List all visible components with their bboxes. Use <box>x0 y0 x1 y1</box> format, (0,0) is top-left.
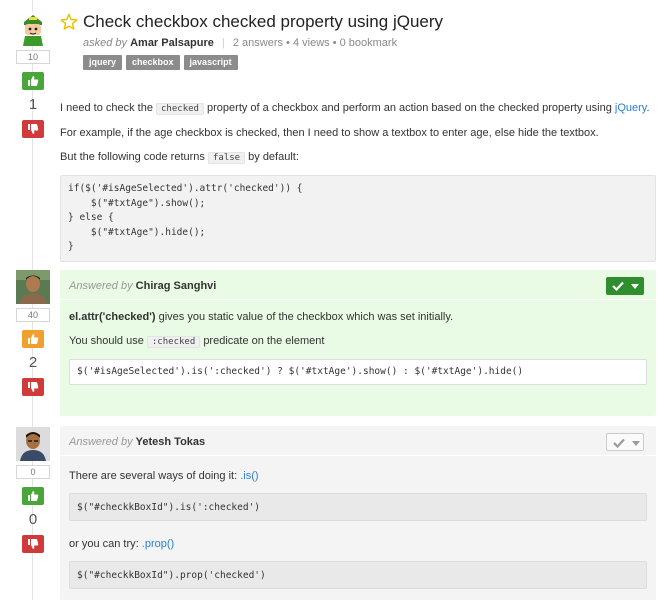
reputation-badge: 10 <box>16 50 50 64</box>
question-meta: asked by Amar Palsapure | 2 answers • 4 … <box>83 37 397 49</box>
check-icon <box>613 438 625 448</box>
inline-code: :checked <box>146 336 201 348</box>
meta-divider: | <box>221 37 225 49</box>
answer-item: Answered by Yetesh Tokas There are sever… <box>60 426 656 600</box>
tag-jquery[interactable]: jquery <box>83 55 123 70</box>
bold-text: el.attr('checked') <box>69 311 156 323</box>
answer-count: 2 answers <box>232 37 283 49</box>
page-title: Check checkbox checked property using jQ… <box>83 12 444 31</box>
answer-accepted: Answered by Chirag Sanghvi el.attr('chec… <box>60 270 656 416</box>
thumbs-down-icon <box>28 382 39 392</box>
view-count: • 4 views <box>286 37 330 49</box>
answered-by-label: Answered by <box>69 280 133 292</box>
jquery-link[interactable]: jQuery <box>615 102 647 114</box>
answer-1-vote-column: 40 2 <box>14 270 52 396</box>
question-paragraph-1: I need to check the checked property of … <box>60 101 656 117</box>
star-icon[interactable] <box>60 13 78 31</box>
answered-by: Answered by Yetesh Tokas <box>69 436 205 448</box>
answer-paragraph-2: or you can try: .prop() <box>69 537 647 552</box>
chevron-down-icon <box>632 441 640 446</box>
check-icon <box>612 281 624 291</box>
is-method-link[interactable]: .is() <box>240 470 258 482</box>
upvote-button[interactable] <box>22 487 44 505</box>
thumbs-up-icon <box>28 334 39 344</box>
upvote-button[interactable] <box>22 72 44 90</box>
answer-body: el.attr('checked') gives you static valu… <box>60 300 656 385</box>
upvote-button[interactable] <box>22 330 44 348</box>
code-line: } else { <box>68 212 114 223</box>
prop-method-link[interactable]: .prop() <box>142 538 174 550</box>
answer-paragraph-2: You should use :checked predicate on the… <box>69 334 647 350</box>
avatar[interactable] <box>16 427 50 461</box>
reputation-badge: 40 <box>16 308 50 322</box>
question-vote-column: 10 1 <box>14 12 52 138</box>
text: You should use <box>69 335 144 347</box>
tag-list: jquery checkbox javascript <box>83 55 242 70</box>
question-paragraph-3: But the following code returns false by … <box>60 150 656 166</box>
answer-2-vote-column: 0 0 <box>14 427 52 553</box>
asked-by-label: asked by <box>83 37 128 49</box>
code-line: $("#txtAge").show(); <box>68 197 206 209</box>
text: predicate on the element <box>203 335 325 347</box>
vote-score: 2 <box>28 354 38 371</box>
tag-checkbox[interactable]: checkbox <box>126 55 180 70</box>
text: But the following code returns <box>60 151 205 163</box>
answer-author[interactable]: Yetesh Tokas <box>136 436 206 448</box>
reputation-badge: 0 <box>16 465 50 479</box>
text: property of a checkbox and perform an ac… <box>207 102 612 114</box>
downvote-button[interactable] <box>22 120 44 138</box>
code-line: } <box>68 241 74 252</box>
question-code-block: if($('#isAgeSelected').attr('checked')) … <box>60 175 656 262</box>
tag-javascript[interactable]: javascript <box>183 55 238 70</box>
text: . <box>646 102 650 114</box>
answer-header: Answered by Yetesh Tokas <box>60 426 656 456</box>
accept-answer-button[interactable] <box>606 433 644 451</box>
thumbs-up-icon <box>28 76 39 86</box>
thumbs-down-icon <box>28 124 39 134</box>
question-header: Check checkbox checked property using jQ… <box>60 12 443 32</box>
answer-body: There are several ways of doing it: .is(… <box>60 456 656 589</box>
question-author[interactable]: Amar Palsapure <box>130 37 214 49</box>
text: There are several ways of doing it: <box>69 470 238 482</box>
inline-code: false <box>207 152 246 164</box>
answer-paragraph-1: el.attr('checked') gives you static valu… <box>69 310 647 325</box>
thumbs-up-icon <box>28 491 39 501</box>
avatar[interactable] <box>16 12 50 46</box>
thumbs-down-icon <box>28 539 39 549</box>
answer-paragraph-1: There are several ways of doing it: .is(… <box>69 469 647 484</box>
question-paragraph-2: For example, if the age checkbox is chec… <box>60 127 599 139</box>
text: I need to check the <box>60 102 153 114</box>
bookmark-count: • 0 bookmark <box>332 37 398 49</box>
accept-answer-button[interactable] <box>606 277 644 295</box>
answer-header: Answered by Chirag Sanghvi <box>60 270 656 300</box>
vote-score: 1 <box>28 96 38 113</box>
text: or you can try: <box>69 538 139 550</box>
answered-by: Answered by Chirag Sanghvi <box>69 280 216 292</box>
downvote-button[interactable] <box>22 378 44 396</box>
answer-code-block: $("#checkkBoxId").prop('checked') <box>69 561 647 589</box>
avatar[interactable] <box>16 270 50 304</box>
answer-author[interactable]: Chirag Sanghvi <box>136 280 217 292</box>
code-line: if($('#isAgeSelected').attr('checked')) … <box>68 183 303 194</box>
code-line: $("#txtAge").hide(); <box>68 226 206 238</box>
chevron-down-icon <box>631 284 639 289</box>
answer-code-block: $("#checkkBoxId").is(':checked') <box>69 493 647 521</box>
text: by default: <box>248 151 299 163</box>
answered-by-label: Answered by <box>69 436 133 448</box>
question-body: I need to check the checked property of … <box>60 101 656 262</box>
text: gives you static value of the checkbox w… <box>158 311 454 323</box>
inline-code: checked <box>156 103 204 115</box>
vote-score: 0 <box>28 511 38 528</box>
downvote-button[interactable] <box>22 535 44 553</box>
answer-code-block: $('#isAgeSelected').is(':checked') ? $('… <box>69 359 647 385</box>
